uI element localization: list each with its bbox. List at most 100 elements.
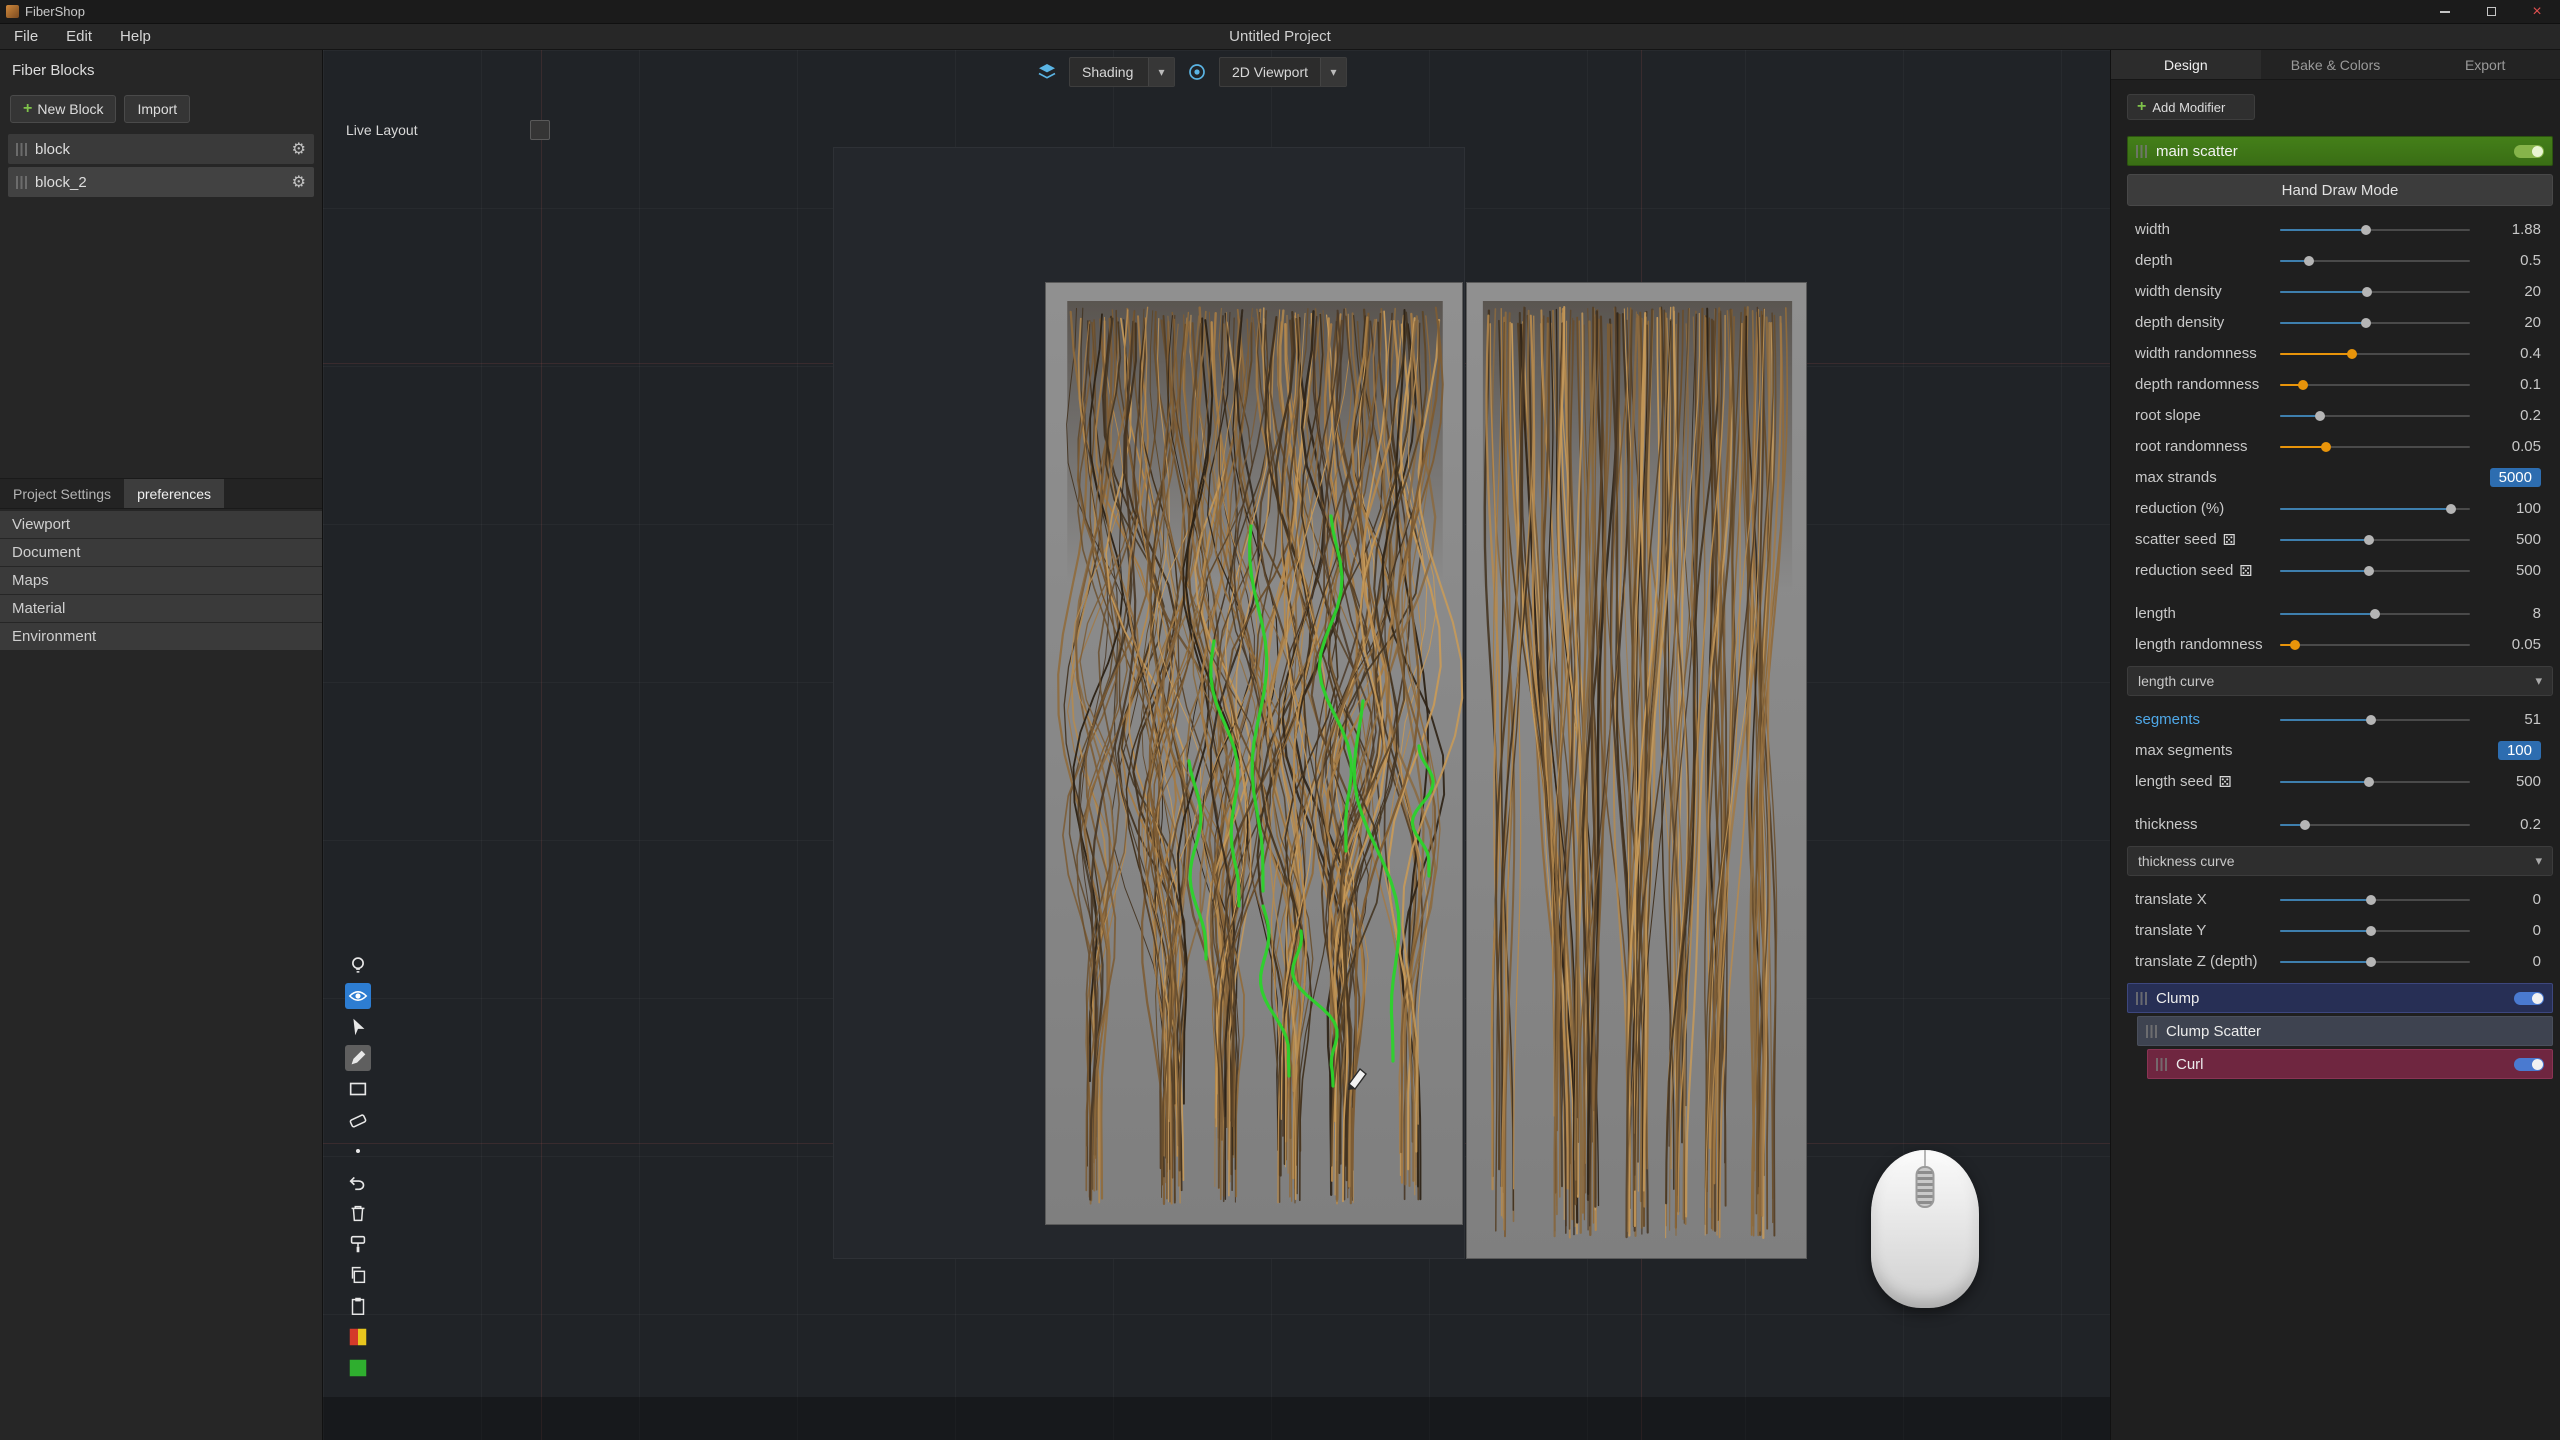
settings-item-viewport[interactable]: Viewport (0, 511, 322, 538)
slider-reduction-[interactable] (2280, 493, 2470, 524)
modifier-clump-scatter[interactable]: Clump Scatter (2137, 1016, 2553, 1046)
dice-seed-icon[interactable]: ⚄ (2239, 562, 2252, 580)
menu-help[interactable]: Help (106, 28, 165, 45)
slider-depth[interactable] (2280, 245, 2470, 276)
slider-depth-density[interactable] (2280, 307, 2470, 338)
slider-length-randomness[interactable] (2280, 629, 2470, 660)
drag-handle-icon[interactable] (16, 176, 27, 189)
layers-icon[interactable] (1035, 60, 1059, 84)
drag-handle-icon[interactable] (2136, 992, 2147, 1005)
cursor-icon[interactable] (345, 1014, 371, 1040)
param-value[interactable]: 0.4 (2470, 345, 2553, 362)
param-value[interactable]: 0.05 (2470, 438, 2553, 455)
gear-icon[interactable]: ⚙ (292, 172, 306, 192)
minimize-button[interactable] (2422, 0, 2468, 23)
hand-draw-mode-button[interactable]: Hand Draw Mode (2127, 174, 2553, 206)
param-value[interactable]: 0.1 (2470, 376, 2553, 393)
slider-width-density[interactable] (2280, 276, 2470, 307)
param-value[interactable]: 5000 (2470, 468, 2553, 487)
slider-scatter-seed[interactable] (2280, 524, 2470, 555)
dice-seed-icon[interactable]: ⚄ (2219, 773, 2232, 791)
dice-seed-icon[interactable]: ⚄ (2223, 531, 2236, 549)
tab-design[interactable]: Design (2111, 50, 2261, 79)
settings-item-maps[interactable]: Maps (0, 567, 322, 594)
add-modifier-button[interactable]: + Add Modifier (2127, 94, 2255, 120)
scope-icon[interactable] (1185, 60, 1209, 84)
param-value[interactable]: 0.05 (2470, 636, 2553, 653)
block-row[interactable]: block_2 ⚙ (8, 167, 314, 197)
settings-item-environment[interactable]: Environment (0, 623, 322, 650)
param-value[interactable]: 500 (2470, 531, 2553, 548)
new-block-button[interactable]: + New Block (10, 95, 116, 123)
param-value[interactable]: 100 (2470, 500, 2553, 517)
tab-project-settings[interactable]: Project Settings (0, 479, 124, 508)
paint-icon[interactable] (345, 1231, 371, 1257)
main-scatter-toggle[interactable] (2514, 145, 2544, 158)
drag-handle-icon[interactable] (16, 143, 27, 156)
slider-root-slope[interactable] (2280, 400, 2470, 431)
drag-handle-icon[interactable] (2146, 1025, 2157, 1038)
slider-translate-Y[interactable] (2280, 915, 2470, 946)
modifier-toggle[interactable] (2514, 1058, 2544, 1071)
copy-icon[interactable] (345, 1262, 371, 1288)
modifier-curl[interactable]: Curl (2147, 1049, 2553, 1079)
modifier-toggle[interactable] (2514, 992, 2544, 1005)
slider-translate-X[interactable] (2280, 884, 2470, 915)
param-value[interactable]: 20 (2470, 314, 2553, 331)
settings-item-document[interactable]: Document (0, 539, 322, 566)
curve-row-length-curve[interactable]: length curve ▾ (2127, 666, 2553, 696)
maximize-button[interactable] (2468, 0, 2514, 23)
live-layout-checkbox[interactable] (530, 120, 550, 140)
undo-icon[interactable] (345, 1169, 371, 1195)
close-button[interactable]: × (2514, 0, 2560, 23)
slider-thickness[interactable] (2280, 809, 2470, 840)
param-value[interactable]: 0 (2470, 922, 2553, 939)
block-row[interactable]: block ⚙ (8, 134, 314, 164)
dot-icon[interactable] (345, 1138, 371, 1164)
param-value[interactable]: 0 (2470, 953, 2553, 970)
tab-export[interactable]: Export (2410, 50, 2560, 79)
eraser-icon[interactable] (345, 1107, 371, 1133)
shading-dropdown[interactable]: Shading ▾ (1069, 57, 1175, 87)
modifier-clump[interactable]: Clump (2127, 983, 2553, 1013)
import-button[interactable]: Import (124, 95, 190, 123)
hair-swatch-right[interactable] (1466, 282, 1807, 1259)
clipboard-icon[interactable] (345, 1293, 371, 1319)
slider-translate-Z-depth-[interactable] (2280, 946, 2470, 977)
tab-preferences[interactable]: preferences (124, 479, 224, 508)
swatch-warm-icon[interactable] (345, 1324, 371, 1350)
main-scatter-header[interactable]: main scatter (2127, 136, 2553, 166)
viewport-2d[interactable]: Shading ▾ 2D Viewport ▾ Live Layout (323, 50, 2110, 1440)
swatch-green-icon[interactable] (345, 1355, 371, 1381)
gear-icon[interactable]: ⚙ (292, 139, 306, 159)
param-value[interactable]: 0.5 (2470, 252, 2553, 269)
viewport-mode-dropdown[interactable]: 2D Viewport ▾ (1219, 57, 1347, 87)
slider-width-randomness[interactable] (2280, 338, 2470, 369)
param-value[interactable]: 51 (2470, 711, 2553, 728)
param-value[interactable]: 500 (2470, 773, 2553, 790)
param-value[interactable]: 0.2 (2470, 407, 2553, 424)
menu-edit[interactable]: Edit (52, 28, 106, 45)
slider-width[interactable] (2280, 214, 2470, 245)
menu-file[interactable]: File (0, 28, 52, 45)
slider-length[interactable] (2280, 598, 2470, 629)
draw-icon[interactable] (345, 1045, 371, 1071)
tab-bake-colors[interactable]: Bake & Colors (2261, 50, 2411, 79)
param-value[interactable]: 500 (2470, 562, 2553, 579)
param-value[interactable]: 100 (2470, 741, 2553, 760)
slider-length-seed[interactable] (2280, 766, 2470, 797)
param-value[interactable]: 8 (2470, 605, 2553, 622)
eye-icon[interactable] (345, 983, 371, 1009)
param-value[interactable]: 0 (2470, 891, 2553, 908)
slider-root-randomness[interactable] (2280, 431, 2470, 462)
rect-icon[interactable] (345, 1076, 371, 1102)
curve-row-thickness-curve[interactable]: thickness curve ▾ (2127, 846, 2553, 876)
slider-segments[interactable] (2280, 704, 2470, 735)
slider-reduction-seed[interactable] (2280, 555, 2470, 586)
param-value[interactable]: 20 (2470, 283, 2553, 300)
hair-swatch-left[interactable] (1045, 282, 1463, 1225)
drag-handle-icon[interactable] (2136, 145, 2147, 158)
bulb-icon[interactable] (345, 952, 371, 978)
param-value[interactable]: 0.2 (2470, 816, 2553, 833)
drag-handle-icon[interactable] (2156, 1058, 2167, 1071)
